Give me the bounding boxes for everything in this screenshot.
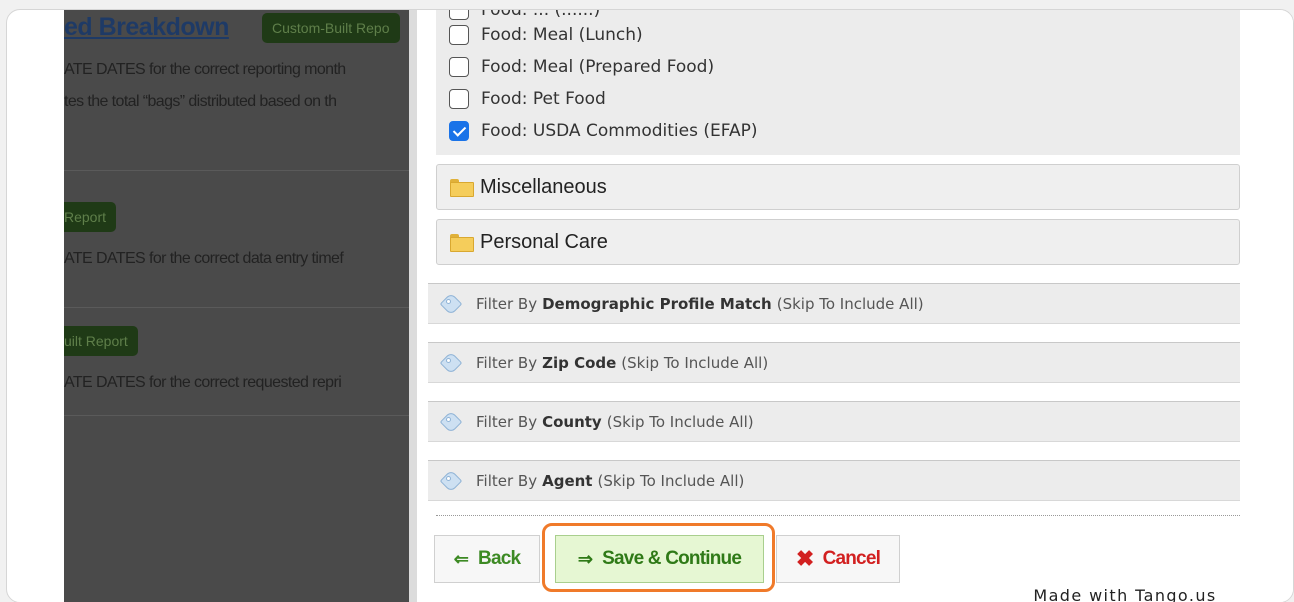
option-partial[interactable]: Food: ... (......) xyxy=(449,9,601,20)
divider xyxy=(64,170,409,171)
divider-dotted xyxy=(436,515,1240,516)
tag-icon xyxy=(440,293,462,315)
option-label: Food: ... (......) xyxy=(481,9,601,20)
tango-watermark: Made with Tango.us xyxy=(1005,578,1245,602)
checkbox-checked[interactable] xyxy=(449,121,469,141)
filter-prefix: Filter By xyxy=(476,294,538,313)
screenshot-frame: ed Breakdown Custom-Built Repo ATE DATES… xyxy=(6,9,1294,602)
report-description: tes the total “bags” distributed based o… xyxy=(64,93,337,110)
category-personal-care[interactable]: Personal Care xyxy=(436,219,1240,265)
checkbox[interactable] xyxy=(449,89,469,109)
option-label: Food: Meal (Lunch) xyxy=(481,25,643,45)
report-filter-modal: Food: ... (......) Food: Meal (Lunch) Fo… xyxy=(409,10,1293,602)
arrow-left-icon: ⇐ xyxy=(453,548,469,569)
checkbox[interactable] xyxy=(449,10,469,20)
save-label: Save & Continue xyxy=(602,548,742,569)
item-type-options: Food: ... (......) Food: Meal (Lunch) Fo… xyxy=(436,10,1240,155)
modal-scroll-edge xyxy=(409,10,417,602)
filter-agent[interactable]: Filter By Agent (Skip To Include All) xyxy=(428,460,1240,501)
filter-demographic-profile[interactable]: Filter By Demographic Profile Match (Ski… xyxy=(428,283,1240,324)
close-icon: ✖ xyxy=(795,546,814,571)
filter-zip-code[interactable]: Filter By Zip Code (Skip To Include All) xyxy=(428,342,1240,383)
report-description: ATE DATES for the correct reporting mont… xyxy=(64,61,346,78)
category-label: Personal Care xyxy=(480,230,608,253)
filter-suffix: (Skip To Include All) xyxy=(776,294,924,313)
option-food-pet-food[interactable]: Food: Pet Food xyxy=(449,89,606,109)
filter-field: Zip Code xyxy=(542,353,617,372)
background-page: ed Breakdown Custom-Built Repo ATE DATES… xyxy=(64,10,409,602)
cancel-button[interactable]: ✖ Cancel xyxy=(776,535,900,583)
option-food-usda-commodities[interactable]: Food: USDA Commodities (EFAP) xyxy=(449,121,757,141)
tag-icon xyxy=(440,470,462,492)
divider xyxy=(64,415,409,416)
cancel-label: Cancel xyxy=(822,548,881,569)
report-description: ATE DATES for the correct requested repr… xyxy=(64,374,342,391)
filter-prefix: Filter By xyxy=(476,471,538,490)
back-button[interactable]: ⇐ Back xyxy=(434,535,540,583)
option-label: Food: Meal (Prepared Food) xyxy=(481,57,715,77)
filter-prefix: Filter By xyxy=(476,353,538,372)
report-badge: Report xyxy=(64,202,117,232)
option-food-meal-prepared[interactable]: Food: Meal (Prepared Food) xyxy=(449,57,714,77)
category-miscellaneous[interactable]: Miscellaneous xyxy=(436,164,1240,210)
filter-county[interactable]: Filter By County (Skip To Include All) xyxy=(428,401,1240,442)
report-title-link[interactable]: ed Breakdown xyxy=(64,13,229,42)
checkbox[interactable] xyxy=(449,57,469,77)
back-label: Back xyxy=(478,548,521,569)
tag-icon xyxy=(440,352,462,374)
folder-icon xyxy=(450,234,474,252)
filter-prefix: Filter By xyxy=(476,412,538,431)
folder-icon xyxy=(450,179,474,197)
report-badge: Custom-Built Repo xyxy=(262,13,400,43)
arrow-right-icon: ⇒ xyxy=(577,548,593,569)
option-label: Food: USDA Commodities (EFAP) xyxy=(481,121,758,141)
report-description: ATE DATES for the correct data entry tim… xyxy=(64,250,344,267)
filter-suffix: (Skip To Include All) xyxy=(621,353,769,372)
divider xyxy=(64,307,409,308)
filter-field: Demographic Profile Match xyxy=(542,294,772,313)
option-food-meal-lunch[interactable]: Food: Meal (Lunch) xyxy=(449,25,643,45)
tag-icon xyxy=(440,411,462,433)
filter-suffix: (Skip To Include All) xyxy=(597,471,745,490)
filter-suffix: (Skip To Include All) xyxy=(606,412,754,431)
filter-field: Agent xyxy=(542,471,593,490)
report-badge: uilt Report xyxy=(64,326,138,356)
category-label: Miscellaneous xyxy=(480,175,607,198)
filter-field: County xyxy=(542,412,602,431)
save-continue-button[interactable]: ⇒ Save & Continue xyxy=(555,535,764,583)
checkbox[interactable] xyxy=(449,25,469,45)
option-label: Food: Pet Food xyxy=(481,89,606,109)
